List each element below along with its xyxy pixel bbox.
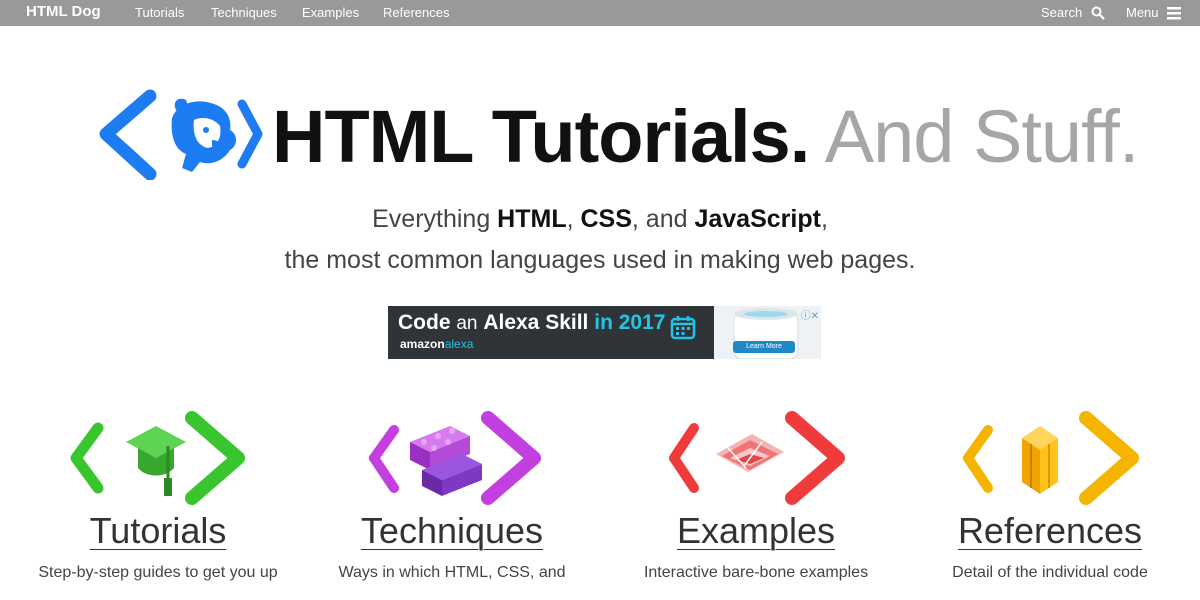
section-desc-tutorials: Step-by-step guides to get you up [38,564,278,581]
tagline-html: HTML [497,205,567,233]
menu-button[interactable]: Menu [1126,5,1182,20]
ad-brand-amazon: amazon [400,337,445,351]
tagline-text: Everything [372,205,498,233]
menu-label: Menu [1126,5,1159,20]
section-desc-references: Detail of the individual code [952,564,1148,581]
hero-title: HTML Tutorials. And Stuff. [272,92,1140,182]
section-title-techniques[interactable]: Techniques [361,510,543,552]
search-button[interactable]: Search [1041,5,1105,20]
section-desc-techniques: Ways in which HTML, CSS, and [338,564,566,581]
tagline-css: CSS [580,205,632,233]
brand-link[interactable]: HTML Dog [26,3,101,20]
section-title-references[interactable]: References [958,510,1142,552]
tagline-sep: , and [631,205,695,233]
tagline-sep: , [820,205,828,233]
section-card-techniques[interactable]: Techniques Ways in which HTML, CSS, and [302,408,602,582]
book-icon [963,411,1139,505]
ad-word: Code [398,311,451,334]
ad-word: an [456,313,478,334]
brick-wall-icon [669,411,845,505]
ad-learn-more-button[interactable]: Learn More [733,341,795,353]
tagline-js: JavaScript [694,205,821,233]
graduation-cap-icon [70,411,245,505]
hero-title-strong: HTML Tutorials. [272,95,810,178]
calendar-icon [670,316,696,340]
section-desc-examples: Interactive bare-bone examples [643,564,869,581]
section-card-references[interactable]: References Detail of the individual code [900,408,1200,582]
hamburger-icon [1167,7,1182,20]
search-icon [1091,6,1105,20]
ad-brand-alexa: alexa [444,337,474,351]
hero-title-light: And Stuff. [824,95,1140,178]
ad-brand: amazonalexa [400,337,473,351]
ad-word: in 2017 [594,311,666,334]
html-dog-logo-icon [99,89,263,180]
ad-word: Alexa Skill [483,311,589,334]
advertisement-banner[interactable]: Code an Alexa Skill in 2017 amazonalexa … [388,306,821,359]
tagline-sep: , [566,205,581,233]
section-title-examples[interactable]: Examples [677,510,835,552]
nav-tutorials[interactable]: Tutorials [135,5,184,20]
section-card-examples[interactable]: Examples Interactive bare-bone examples [606,408,906,582]
section-title-tutorials[interactable]: Tutorials [90,510,227,552]
ad-choices-icon[interactable]: ⓘ✕ [801,307,819,322]
ad-headline: Code an Alexa Skill in 2017 [398,311,665,335]
tagline-line-1: Everything HTML, CSS, and JavaScript, [0,199,1200,239]
section-card-tutorials[interactable]: Tutorials Step-by-step guides to get you… [8,408,308,582]
top-navigation-bar: HTML Dog Tutorials Techniques Examples R… [0,0,1200,26]
nav-examples[interactable]: Examples [302,5,359,20]
nav-references[interactable]: References [383,5,449,20]
lego-blocks-icon [369,411,541,505]
search-label: Search [1041,5,1083,20]
nav-techniques[interactable]: Techniques [211,5,277,20]
tagline-line-2: the most common languages used in making… [284,246,916,274]
